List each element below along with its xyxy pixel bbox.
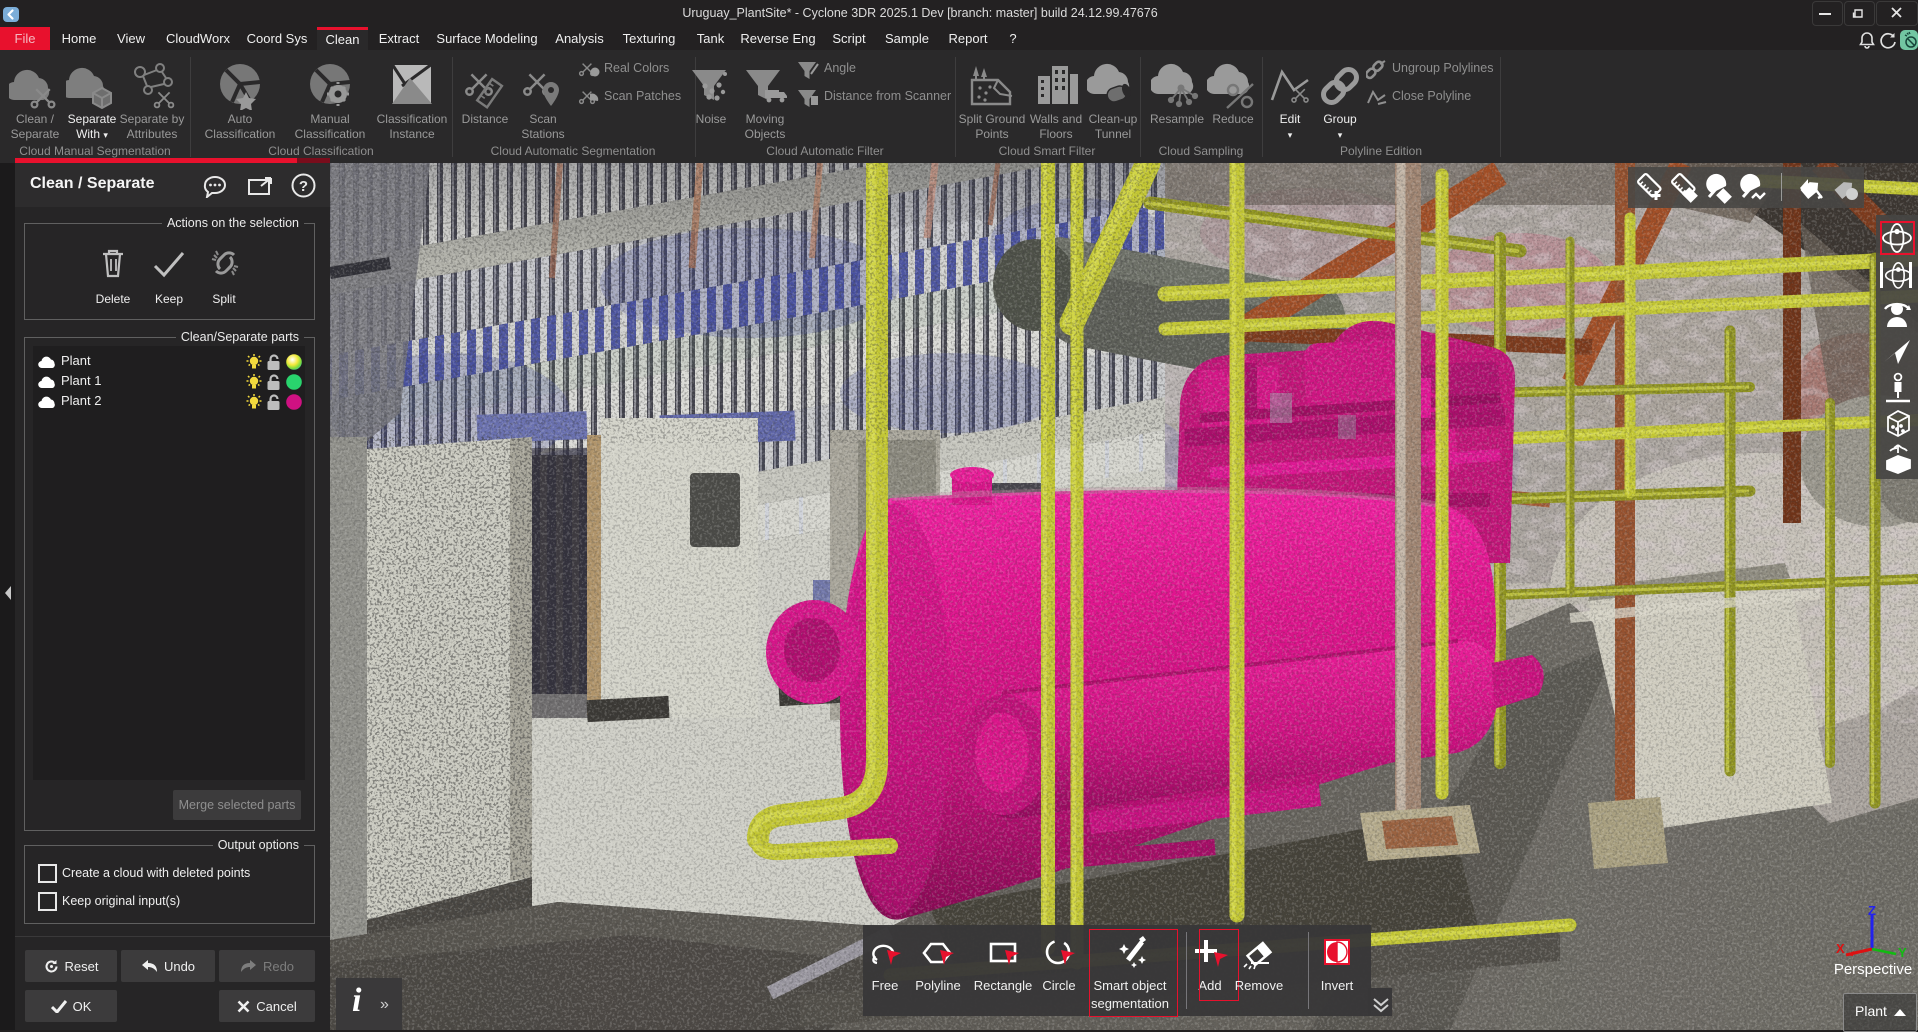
svg-text:Z: Z xyxy=(1868,903,1876,918)
svg-text:X: X xyxy=(1836,941,1845,956)
svg-text:?: ? xyxy=(299,178,308,195)
svg-text:Y: Y xyxy=(1898,945,1907,960)
